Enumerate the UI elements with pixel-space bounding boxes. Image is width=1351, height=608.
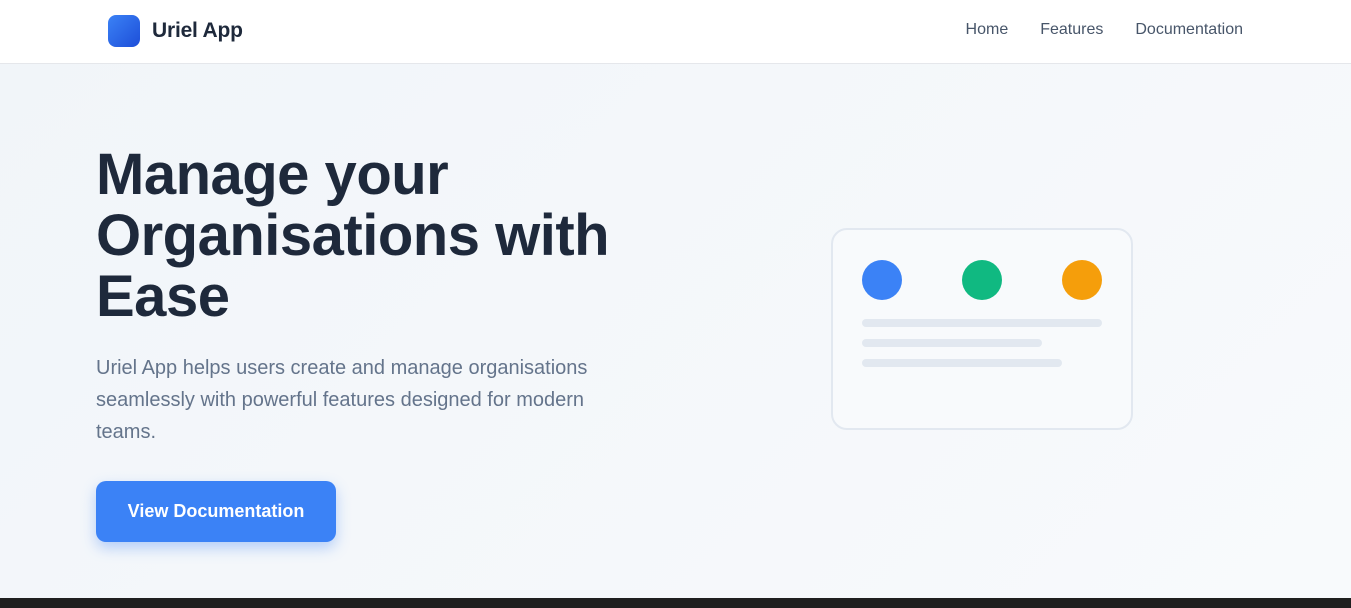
nav-link-home[interactable]: Home [966,20,1009,40]
preview-dot-blue [862,260,902,300]
preview-placeholder-line [862,359,1062,367]
brand-name: Uriel App [152,19,243,42]
preview-dot-green [962,260,1002,300]
preview-dot-orange [1062,260,1102,300]
brand[interactable]: Uriel App [108,15,243,47]
preview-placeholder-line [862,319,1102,327]
app-logo-icon [108,15,140,47]
main-nav: Home Features Documentation [934,20,1243,40]
top-navbar: Uriel App Home Features Documentation [0,0,1351,64]
nav-link-features[interactable]: Features [1040,20,1103,40]
hero-description: Uriel App helps users create and manage … [96,357,588,443]
view-documentation-button[interactable]: View Documentation [96,481,336,542]
app-preview-illustration [831,228,1133,430]
os-taskbar [0,598,1351,608]
nav-link-documentation[interactable]: Documentation [1135,20,1243,40]
hero-title: Manage your Organisations with Ease [96,142,610,329]
hero-section: Manage your Organisations with Ease Urie… [0,64,1351,598]
preview-placeholder-line [862,339,1042,347]
